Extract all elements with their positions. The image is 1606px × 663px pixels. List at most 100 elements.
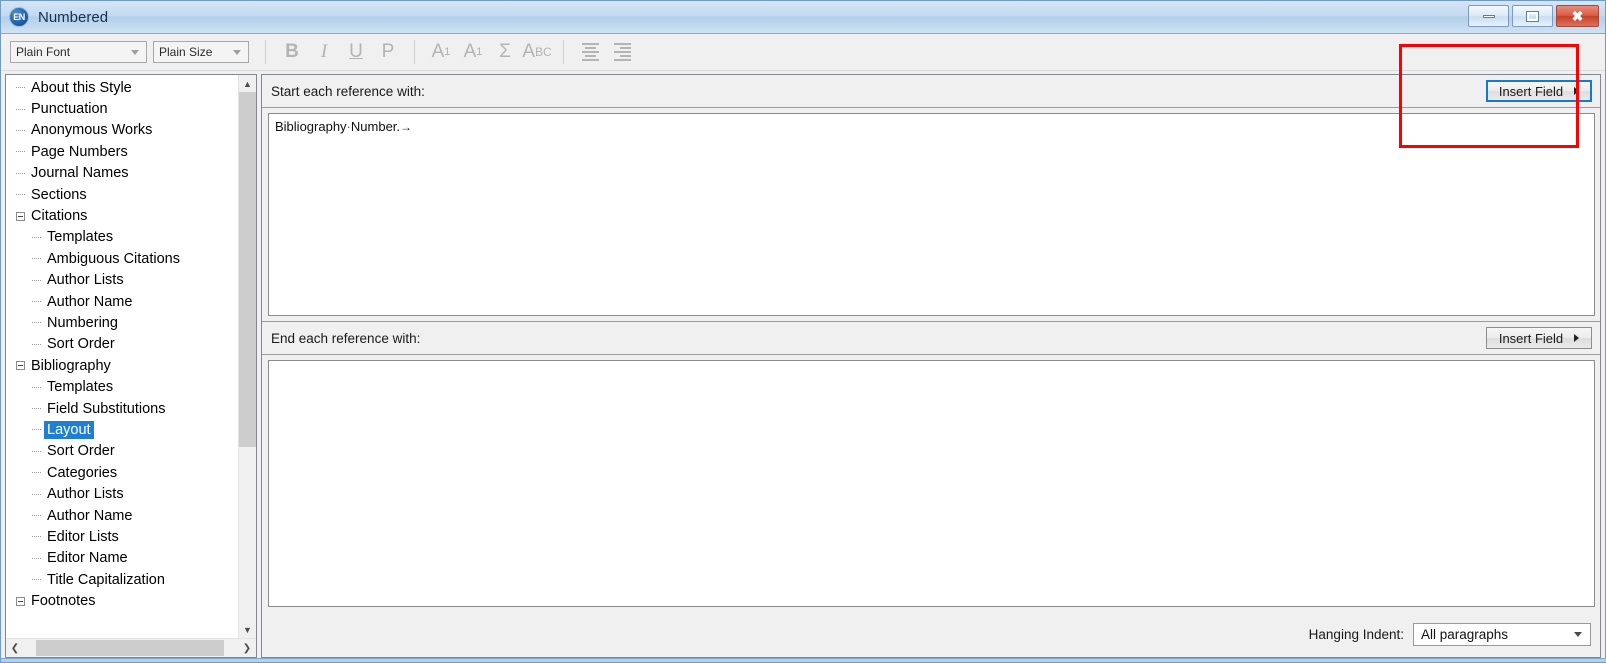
- tree-connector-icon: [16, 194, 25, 196]
- subscript-button[interactable]: A1: [457, 39, 489, 65]
- sidebar-item-ambiguous-citations[interactable]: Ambiguous Citations: [6, 248, 238, 269]
- close-button[interactable]: ✖: [1556, 5, 1599, 27]
- sidebar-item-numbering[interactable]: Numbering: [6, 312, 238, 333]
- sidebar-item-templates[interactable]: Templates: [6, 227, 238, 248]
- main-body: About this Style Punctuation Anonymous Wor…: [1, 71, 1605, 662]
- sidebar-item-citations[interactable]: Citations: [6, 205, 238, 226]
- tree-connector-icon: [32, 258, 41, 260]
- minimize-button[interactable]: [1468, 5, 1509, 27]
- sidebar-item-anonymous-works[interactable]: Anonymous Works: [6, 120, 238, 141]
- small-caps-button[interactable]: A BC: [521, 39, 553, 65]
- collapse-toggle-icon[interactable]: [16, 211, 25, 221]
- chevron-right-icon[interactable]: ❯: [238, 639, 256, 657]
- sidebar-item-label: Citations: [31, 208, 88, 225]
- style-tree[interactable]: About this Style Punctuation Anonymous Wor…: [6, 75, 238, 638]
- sidebar-item-page-numbers[interactable]: Page Numbers: [6, 141, 238, 162]
- sidebar-item-title-capitalization[interactable]: Title Capitalization: [6, 569, 238, 590]
- start-reference-editor[interactable]: Bibliography·Number.→: [268, 113, 1595, 316]
- window-controls: ✖: [1468, 5, 1599, 27]
- tree-connector-icon: [32, 429, 41, 431]
- tree-connector-icon: [32, 472, 41, 474]
- chevron-left-icon[interactable]: ❮: [6, 639, 24, 657]
- sidebar-item-editor-name[interactable]: Editor Name: [6, 548, 238, 569]
- minimize-icon: [1482, 14, 1495, 18]
- italic-button[interactable]: I: [308, 39, 340, 65]
- sidebar-item-about-this-style[interactable]: About this Style: [6, 77, 238, 98]
- sidebar-item-label: Templates: [47, 229, 114, 246]
- sidebar-item-label: Page Numbers: [31, 143, 128, 160]
- end-section-header: End each reference with: Insert Field: [262, 321, 1600, 355]
- sidebar-item-label: Ambiguous Citations: [47, 250, 180, 267]
- tree-connector-icon: [16, 87, 25, 89]
- bold-button[interactable]: B: [276, 39, 308, 65]
- chevron-down-icon[interactable]: ▼: [239, 621, 256, 638]
- tree-connector-icon: [32, 557, 41, 559]
- end-reference-label: End each reference with:: [271, 330, 421, 346]
- end-reference-editor[interactable]: [268, 360, 1595, 607]
- align-left-icon: [581, 43, 599, 61]
- tree-scroll-thumb[interactable]: [239, 92, 256, 447]
- layout-footer: Hanging Indent: All paragraphs: [262, 611, 1600, 657]
- sidebar-item-author-name[interactable]: Author Name: [6, 291, 238, 312]
- font-combo[interactable]: Plain Font: [10, 41, 147, 63]
- sidebar-item-sort-order[interactable]: Sort Order: [6, 441, 238, 462]
- start-content-prefix: Bibliography: [275, 119, 347, 134]
- sidebar-item-author-name[interactable]: Author Name: [6, 505, 238, 526]
- hanging-indent-label: Hanging Indent:: [1308, 626, 1404, 642]
- style-navigation-pane: About this Style Punctuation Anonymous Wor…: [5, 74, 257, 658]
- sidebar-item-author-lists[interactable]: Author Lists: [6, 483, 238, 504]
- tree-hscroll-thumb[interactable]: [36, 640, 224, 656]
- tree-horizontal-scrollbar[interactable]: ❮ ❯: [6, 638, 256, 657]
- sidebar-item-label: Sort Order: [47, 336, 115, 353]
- sidebar-item-categories[interactable]: Categories: [6, 462, 238, 483]
- sidebar-item-label: Sections: [31, 186, 87, 203]
- restore-button[interactable]: [1512, 5, 1553, 27]
- superscript-button[interactable]: A1: [425, 39, 457, 65]
- chevron-up-icon[interactable]: ▲: [239, 75, 256, 92]
- align-right-button[interactable]: [606, 39, 638, 65]
- sidebar-item-label: Field Substitutions: [47, 400, 166, 417]
- sidebar-item-author-lists[interactable]: Author Lists: [6, 270, 238, 291]
- tree-connector-icon: [32, 322, 41, 324]
- caret-right-icon: [1574, 87, 1580, 95]
- sidebar-item-label: Editor Lists: [47, 528, 119, 545]
- sidebar-item-editor-lists[interactable]: Editor Lists: [6, 526, 238, 547]
- symbol-button[interactable]: Σ: [489, 39, 521, 65]
- sidebar-item-label: Author Lists: [47, 272, 124, 289]
- sidebar-item-field-substitutions[interactable]: Field Substitutions: [6, 398, 238, 419]
- tree-connector-icon: [16, 151, 25, 153]
- endnote-en-icon: EN: [9, 7, 29, 27]
- chevron-down-icon: [131, 49, 139, 55]
- sidebar-item-punctuation[interactable]: Punctuation: [6, 98, 238, 119]
- sidebar-item-label: Author Name: [47, 293, 133, 310]
- hanging-indent-select[interactable]: All paragraphs: [1413, 622, 1591, 646]
- size-combo[interactable]: Plain Size: [153, 41, 249, 63]
- align-left-button[interactable]: [574, 39, 606, 65]
- collapse-toggle-icon[interactable]: [16, 361, 25, 371]
- sidebar-item-label: Author Lists: [47, 486, 124, 503]
- insert-field-button-start[interactable]: Insert Field: [1486, 80, 1592, 102]
- underline-button[interactable]: U: [340, 39, 372, 65]
- sidebar-item-footnotes[interactable]: Footnotes: [6, 590, 238, 611]
- sidebar-item-layout[interactable]: Layout: [6, 419, 238, 440]
- insert-field-button-end[interactable]: Insert Field: [1486, 327, 1592, 349]
- tree-connector-icon: [32, 279, 41, 281]
- sidebar-item-templates[interactable]: Templates: [6, 376, 238, 397]
- start-reference-label: Start each reference with:: [271, 83, 425, 99]
- tree-connector-icon: [16, 129, 25, 131]
- sidebar-item-label: Editor Name: [47, 550, 128, 567]
- tree-connector-icon: [32, 515, 41, 516]
- sidebar-item-label: Journal Names: [31, 165, 129, 182]
- plain-button[interactable]: P: [372, 39, 404, 65]
- insert-field-label: Insert Field: [1498, 83, 1564, 99]
- sidebar-item-label: Layout: [44, 420, 94, 439]
- tree-vertical-scrollbar[interactable]: ▲ ▼: [238, 75, 256, 638]
- collapse-toggle-icon[interactable]: [16, 596, 25, 606]
- title-bar: EN Numbered ✖: [1, 1, 1605, 34]
- sidebar-item-journal-names[interactable]: Journal Names: [6, 163, 238, 184]
- sidebar-item-sections[interactable]: Sections: [6, 184, 238, 205]
- tree-connector-icon: [32, 343, 41, 345]
- window-bottom-strip: [1, 658, 1606, 662]
- sidebar-item-sort-order[interactable]: Sort Order: [6, 334, 238, 355]
- sidebar-item-bibliography[interactable]: Bibliography: [6, 355, 238, 376]
